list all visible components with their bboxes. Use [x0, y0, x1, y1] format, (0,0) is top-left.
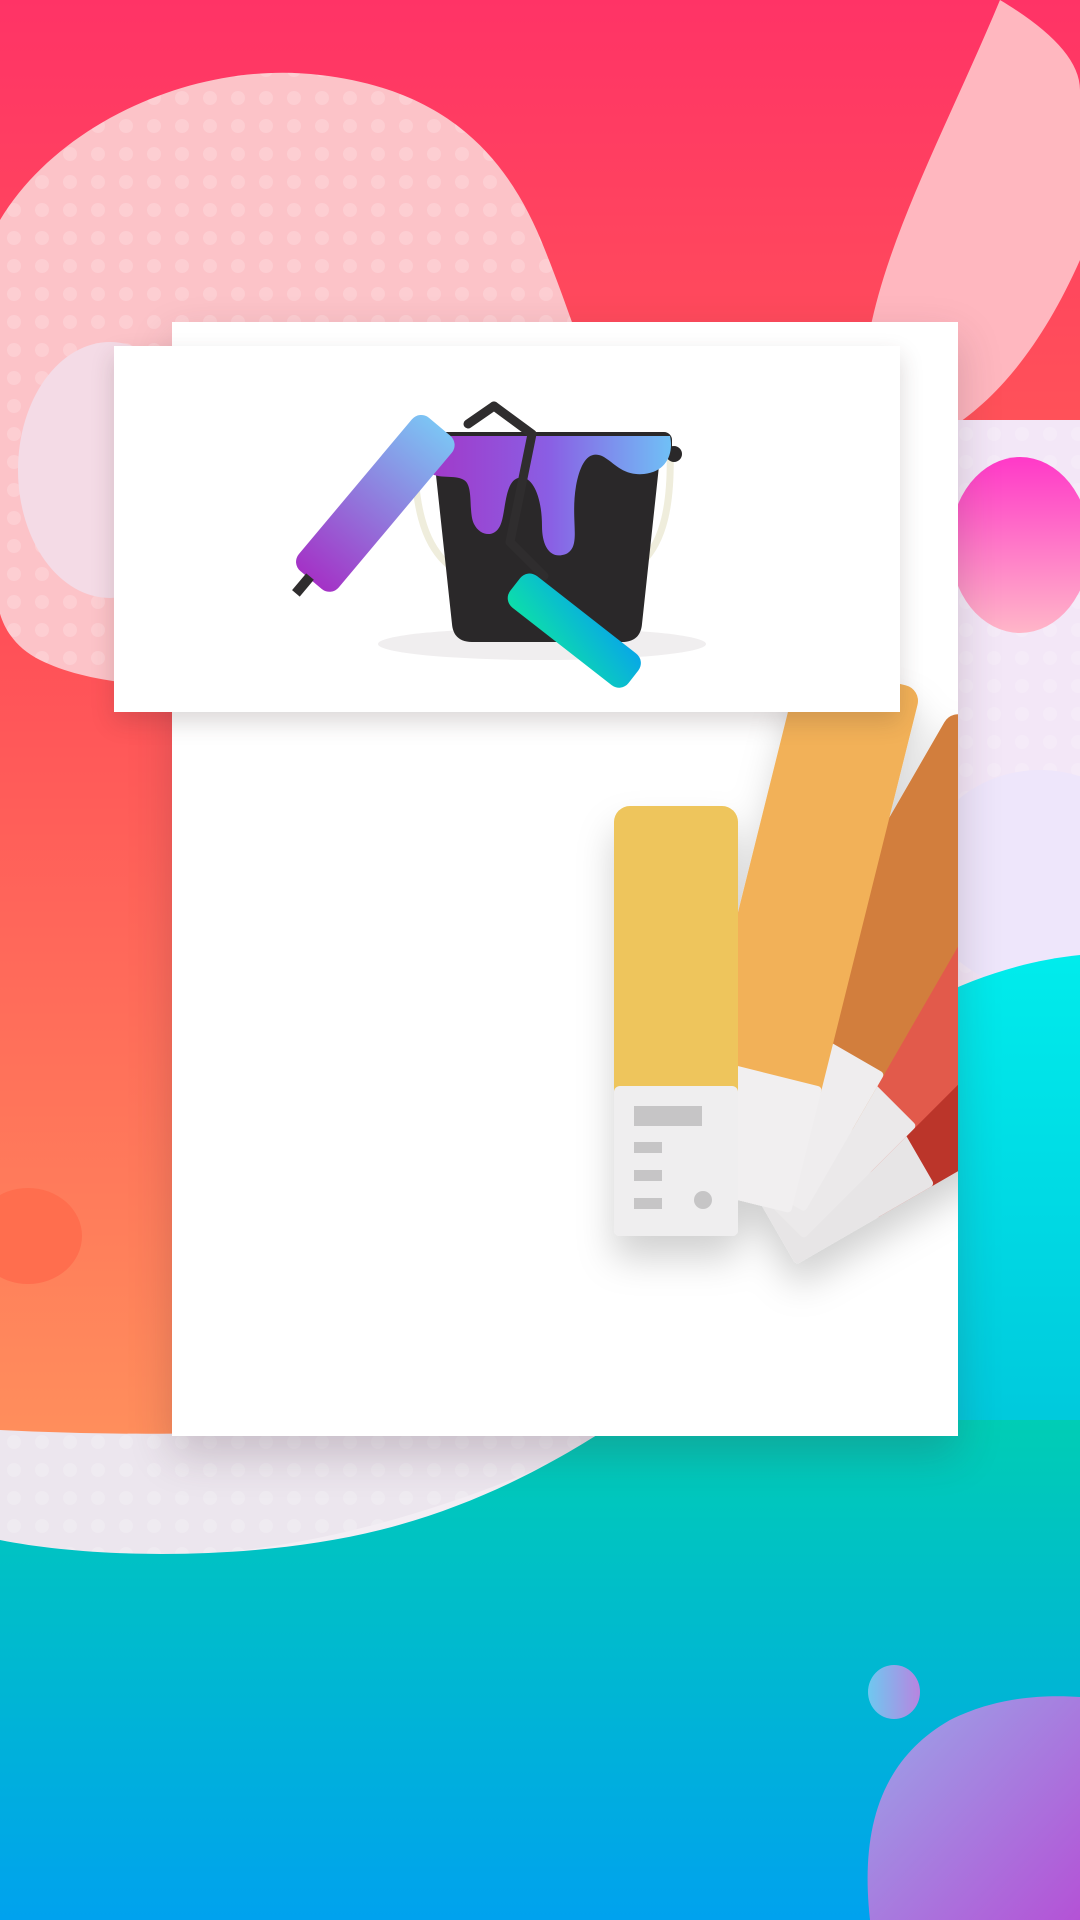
splash-screen	[0, 0, 1080, 1920]
paint-bucket-illustration	[292, 401, 706, 688]
bucket-card	[114, 346, 900, 712]
